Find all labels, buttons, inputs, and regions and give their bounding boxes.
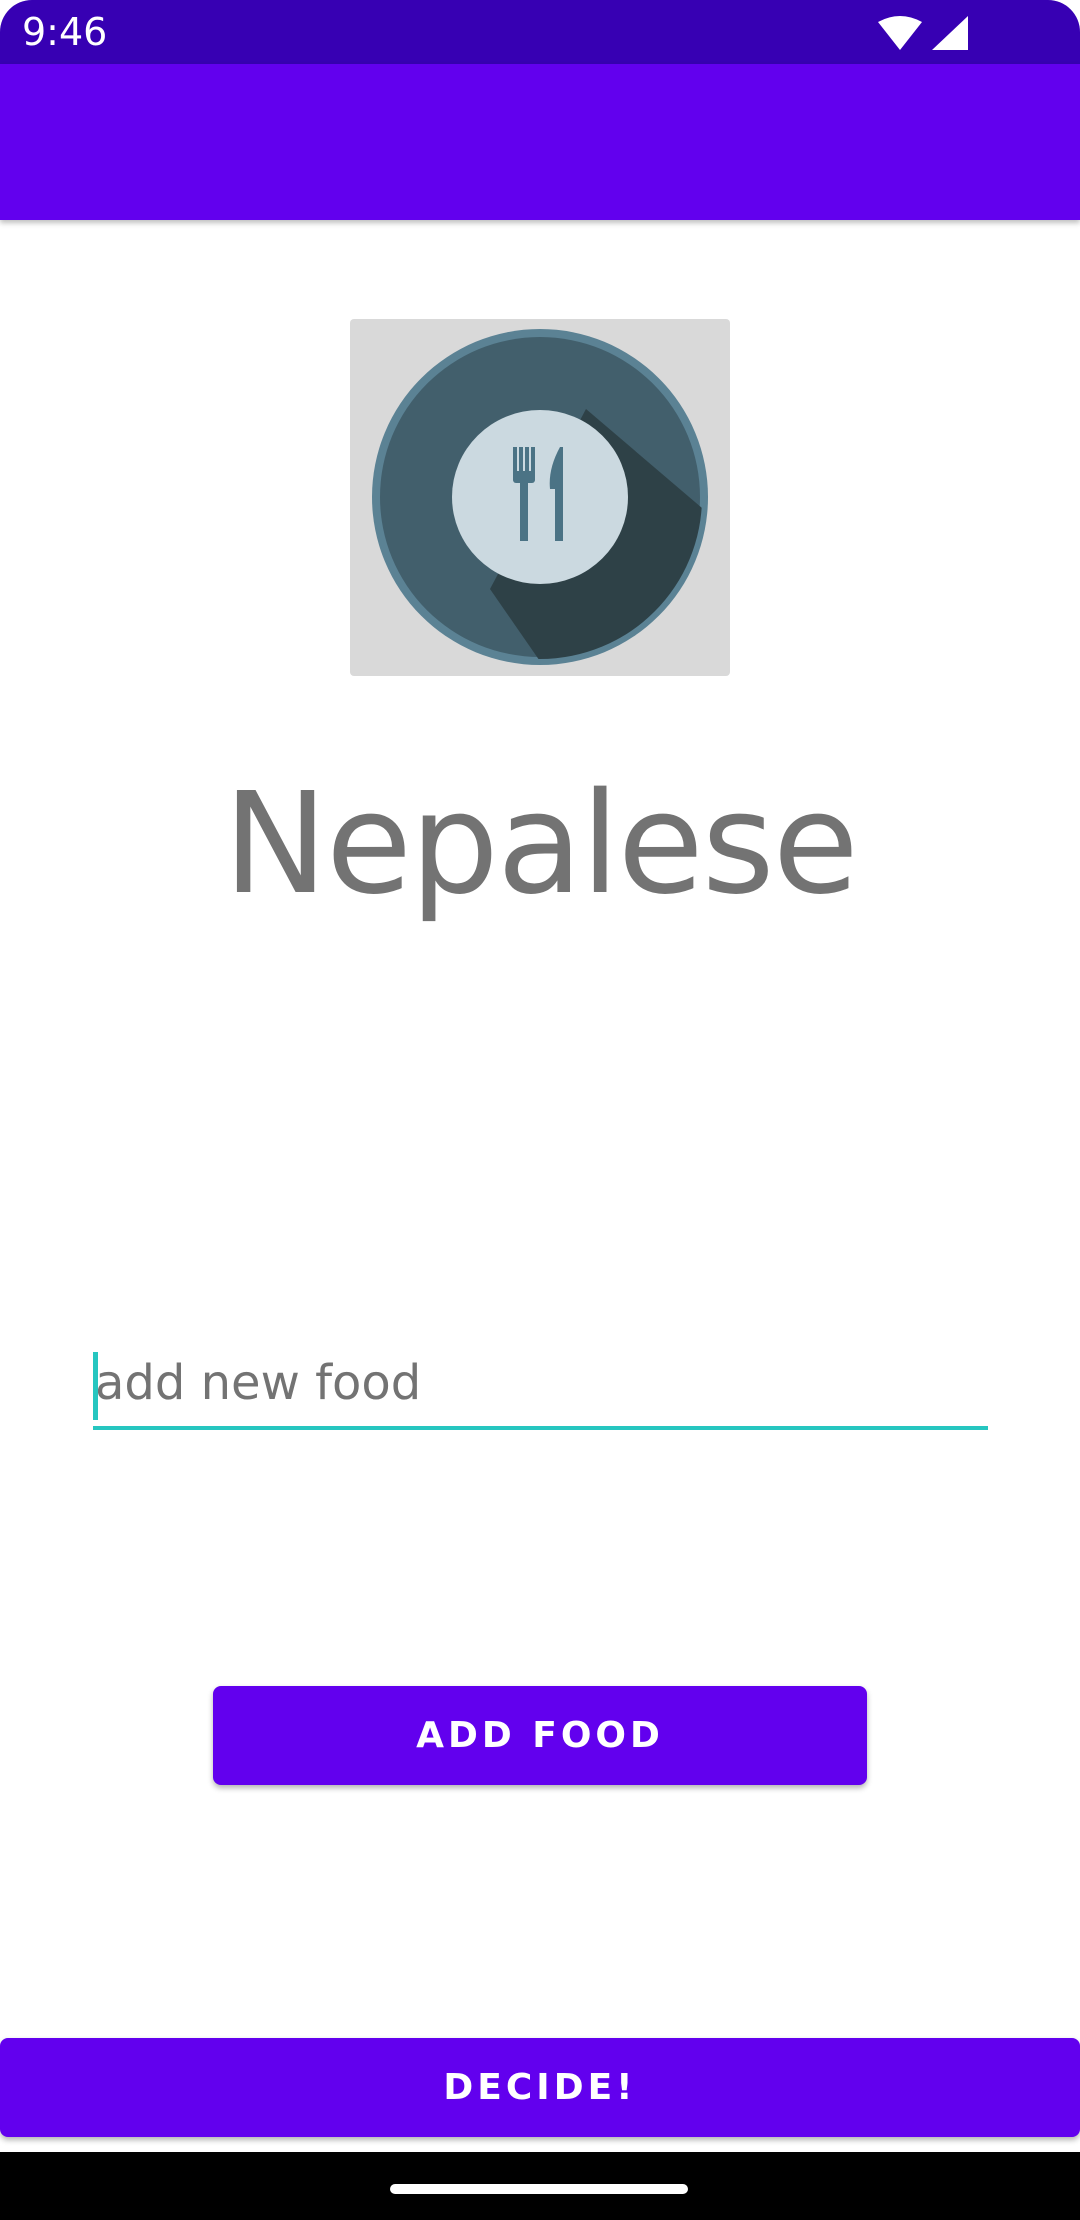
text-cursor [93, 1352, 98, 1420]
signal-icon [932, 16, 968, 55]
status-time: 9:46 [22, 10, 108, 54]
app-bar [0, 64, 1080, 220]
home-indicator[interactable] [390, 2184, 688, 2194]
food-image [350, 319, 730, 676]
decide-button[interactable]: DECIDE! [0, 2038, 1080, 2137]
status-icons [878, 16, 968, 55]
add-food-button[interactable]: ADD FOOD [213, 1686, 867, 1785]
navigation-bar [0, 2152, 1080, 2220]
add-food-input[interactable] [93, 1340, 988, 1430]
plate-fork-knife-icon [372, 329, 708, 665]
status-bar: 9:46 [0, 0, 1080, 64]
food-input-container [93, 1340, 988, 1432]
food-name: Nepalese [223, 763, 859, 926]
wifi-icon [878, 16, 922, 55]
